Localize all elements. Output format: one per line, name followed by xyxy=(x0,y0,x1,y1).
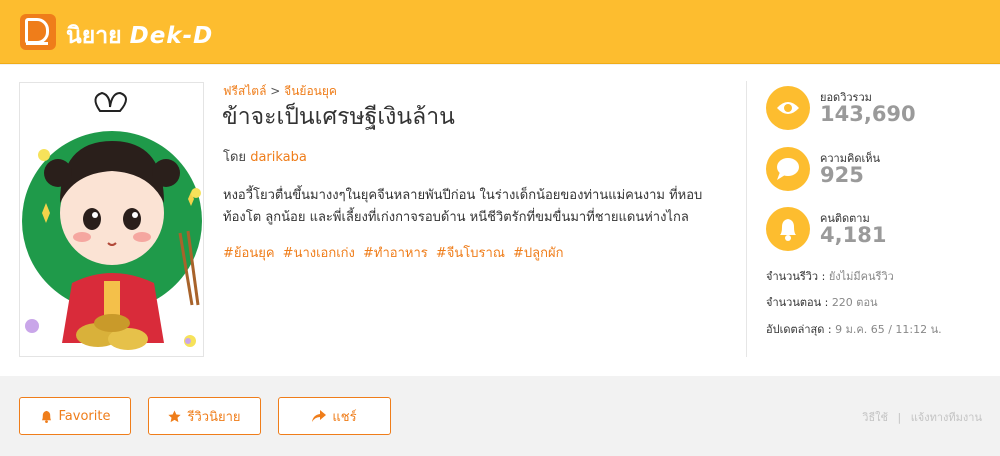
author-line: โดย darikaba xyxy=(223,146,307,167)
dekd-logo-icon[interactable] xyxy=(20,14,56,50)
breadcrumb-category-link[interactable]: ฟรีสไตล์ xyxy=(223,84,266,98)
reviews-count-row: จำนวนรีวิว : ยังไม่มีคนรีวิว xyxy=(766,267,894,285)
star-icon xyxy=(168,409,182,423)
episodes-count-label: จำนวนตอน : xyxy=(766,296,829,309)
views-value: 143,690 xyxy=(820,102,916,126)
top-bar: นิยาย Dek-D xyxy=(0,0,1000,64)
favorite-label: Favorite xyxy=(58,408,111,424)
vertical-divider xyxy=(746,81,747,357)
bell-icon xyxy=(766,207,810,251)
speech-bubble-icon xyxy=(766,147,810,191)
episodes-count-value: 220 ตอน xyxy=(831,296,878,309)
report-link[interactable]: แจ้งทางทีมงาน xyxy=(911,411,982,424)
reviews-count-value: ยังไม่มีคนรีวิว xyxy=(828,270,894,283)
breadcrumb-separator: > xyxy=(270,84,281,98)
by-label: โดย xyxy=(223,150,247,165)
novel-tags: #ย้อนยุค #นางเอกเก่ง #ทำอาหาร #จีนโบราณ … xyxy=(223,242,568,263)
novel-synopsis: หงอวี้โยวตื่นขึ้นมางงๆในยุคจีนหลายพันปีก… xyxy=(223,185,728,229)
comments-value: 925 xyxy=(820,163,864,187)
novel-title: ข้าจะเป็นเศรษฐีเงินล้าน xyxy=(222,104,455,130)
eye-icon xyxy=(766,86,810,130)
tag-link[interactable]: #นางเอกเก่ง xyxy=(283,246,355,261)
bell-icon xyxy=(40,410,53,423)
tag-link[interactable]: #ทำอาหาร xyxy=(363,246,428,261)
logo-brand: Dek-D xyxy=(129,23,214,49)
share-label: แชร์ xyxy=(332,409,357,425)
last-updated-value: 9 ม.ค. 65 / 11:12 น. xyxy=(835,323,942,336)
synopsis-line: ท้องโต ลูกน้อย และพี่เลี้ยงที่เก่งกาจรอบ… xyxy=(223,210,689,225)
favorite-button[interactable]: Favorite xyxy=(19,397,131,435)
how-to-link[interactable]: วิธีใช้ xyxy=(862,411,888,424)
last-updated-label: อัปเดตล่าสุด : xyxy=(766,323,832,336)
stat-followers: คนติดตาม 4,181 xyxy=(766,207,986,255)
followers-value: 4,181 xyxy=(820,223,887,247)
author-link[interactable]: darikaba xyxy=(250,150,307,165)
tag-link[interactable]: #จีนโบราณ xyxy=(436,246,505,261)
footer-separator: | xyxy=(897,411,902,424)
share-icon xyxy=(312,409,327,423)
synopsis-line: หงอวี้โยวตื่นขึ้นมางงๆในยุคจีนหลายพันปีก… xyxy=(223,188,703,203)
share-button[interactable]: แชร์ xyxy=(278,397,391,435)
episodes-count-row: จำนวนตอน : 220 ตอน xyxy=(766,293,878,311)
stat-views: ยอดวิวรวม 143,690 xyxy=(766,86,986,134)
footer-links: วิธีใช้ | แจ้งทางทีมงาน xyxy=(862,408,982,426)
last-updated-row: อัปเดตล่าสุด : 9 ม.ค. 65 / 11:12 น. xyxy=(766,320,942,338)
reviews-count-label: จำนวนรีวิว : xyxy=(766,270,826,283)
novel-cover-image xyxy=(19,82,204,357)
review-label: รีวิวนิยาย xyxy=(187,409,241,425)
logo-prefix: นิยาย xyxy=(66,23,122,49)
review-button[interactable]: รีวิวนิยาย xyxy=(148,397,261,435)
stat-comments: ความคิดเห็น 925 xyxy=(766,147,986,195)
tag-link[interactable]: #ปลูกผัก xyxy=(513,246,563,261)
breadcrumb-subcategory-link[interactable]: จีนย้อนยุค xyxy=(284,84,337,98)
site-logo-text[interactable]: นิยาย Dek-D xyxy=(66,18,213,54)
tag-link[interactable]: #ย้อนยุค xyxy=(223,246,275,261)
novel-info-card: ฟรีสไตล์ > จีนย้อนยุค ข้าจะเป็นเศรษฐีเงิ… xyxy=(0,65,1000,376)
